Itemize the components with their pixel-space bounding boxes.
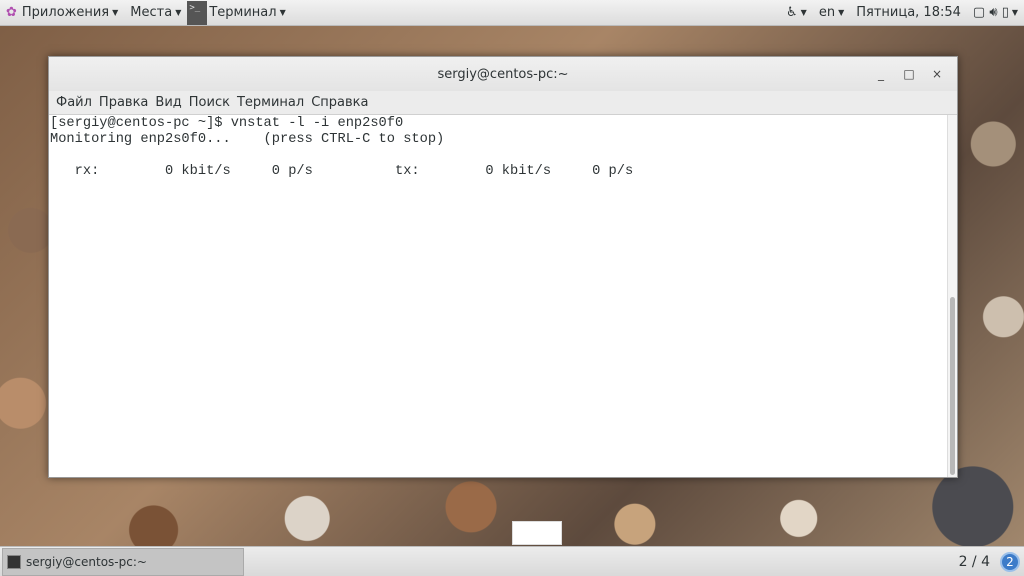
applications-menu[interactable]: ✿ Приложения ▼ bbox=[0, 0, 124, 26]
workspace-switcher[interactable]: 2 / 4 2 bbox=[958, 551, 1020, 572]
accessibility-menu[interactable]: ♿ ▼ bbox=[780, 0, 813, 26]
bottom-panel: sergiy@centos-pc:~ 2 / 4 2 bbox=[0, 546, 1024, 576]
taskbar-item-terminal[interactable]: sergiy@centos-pc:~ bbox=[2, 547, 244, 576]
menu-bar: Файл Правка Вид Поиск Терминал Справка bbox=[49, 91, 957, 115]
chevron-down-icon: ▼ bbox=[838, 8, 845, 17]
workspace-badge[interactable]: 2 bbox=[1000, 551, 1020, 572]
desktop-document-thumbnail bbox=[512, 521, 562, 545]
places-label: Места bbox=[130, 5, 173, 20]
menu-terminal[interactable]: Терминал bbox=[234, 95, 307, 110]
minimize-button[interactable]: _ bbox=[867, 67, 895, 81]
chevron-down-icon: ▼ bbox=[800, 8, 807, 17]
terminal-output[interactable]: [sergiy@centos-pc ~]$ vnstat -l -i enp2s… bbox=[49, 115, 947, 477]
chevron-down-icon: ▼ bbox=[1011, 8, 1018, 17]
terminal-line: [sergiy@centos-pc ~]$ vnstat -l -i enp2s… bbox=[50, 116, 404, 131]
clock[interactable]: Пятница, 18:54 bbox=[850, 0, 967, 26]
window-title: sergiy@centos-pc:~ bbox=[437, 66, 569, 82]
menu-file[interactable]: Файл bbox=[53, 95, 95, 110]
language-label: en bbox=[818, 5, 836, 20]
workspace-indicator: 2 / 4 bbox=[958, 553, 990, 570]
menu-help[interactable]: Справка bbox=[308, 95, 371, 110]
volume-icon: 🔊︎ bbox=[989, 5, 998, 20]
accessibility-icon: ♿ bbox=[786, 5, 798, 20]
display-icon: ▢ bbox=[972, 5, 986, 20]
scrollbar[interactable] bbox=[947, 115, 957, 477]
chevron-down-icon: ▼ bbox=[175, 8, 182, 17]
terminal-window: sergiy@centos-pc:~ _ □ × Файл Правка Вид… bbox=[48, 56, 958, 478]
scrollbar-thumb[interactable] bbox=[950, 297, 955, 475]
taskbar-item-label: sergiy@centos-pc:~ bbox=[26, 554, 147, 569]
gnome-foot-icon: ✿ bbox=[6, 5, 17, 20]
top-panel: ✿ Приложения ▼ Места ▼ >_ Терминал ▼ ♿ ▼ en ▼ П… bbox=[0, 0, 1024, 26]
clock-label: Пятница, 18:54 bbox=[856, 5, 961, 20]
chevron-down-icon: ▼ bbox=[112, 8, 119, 17]
system-menu[interactable]: ▢ 🔊︎ ▯ ▼ bbox=[967, 0, 1024, 26]
menu-edit[interactable]: Правка bbox=[96, 95, 151, 110]
active-app-menu[interactable]: >_ Терминал ▼ bbox=[187, 0, 291, 26]
language-menu[interactable]: en ▼ bbox=[813, 0, 850, 26]
terminal-line: Monitoring enp2s0f0... (press CTRL-C to … bbox=[50, 132, 445, 147]
battery-icon: ▯ bbox=[1001, 5, 1009, 20]
terminal-line: rx: 0 kbit/s 0 p/s tx: 0 kbit/s 0 p/s bbox=[50, 164, 634, 179]
close-button[interactable]: × bbox=[923, 67, 951, 81]
chevron-down-icon: ▼ bbox=[279, 8, 286, 17]
terminal-icon: >_ bbox=[187, 0, 208, 25]
maximize-button[interactable]: □ bbox=[895, 67, 923, 81]
active-app-label: Терминал bbox=[209, 5, 277, 20]
menu-view[interactable]: Вид bbox=[152, 95, 184, 110]
places-menu[interactable]: Места ▼ bbox=[124, 0, 187, 26]
menu-search[interactable]: Поиск bbox=[186, 95, 233, 110]
applications-label: Приложения bbox=[21, 5, 110, 20]
terminal-icon bbox=[7, 554, 21, 569]
title-bar[interactable]: sergiy@centos-pc:~ _ □ × bbox=[49, 57, 957, 91]
